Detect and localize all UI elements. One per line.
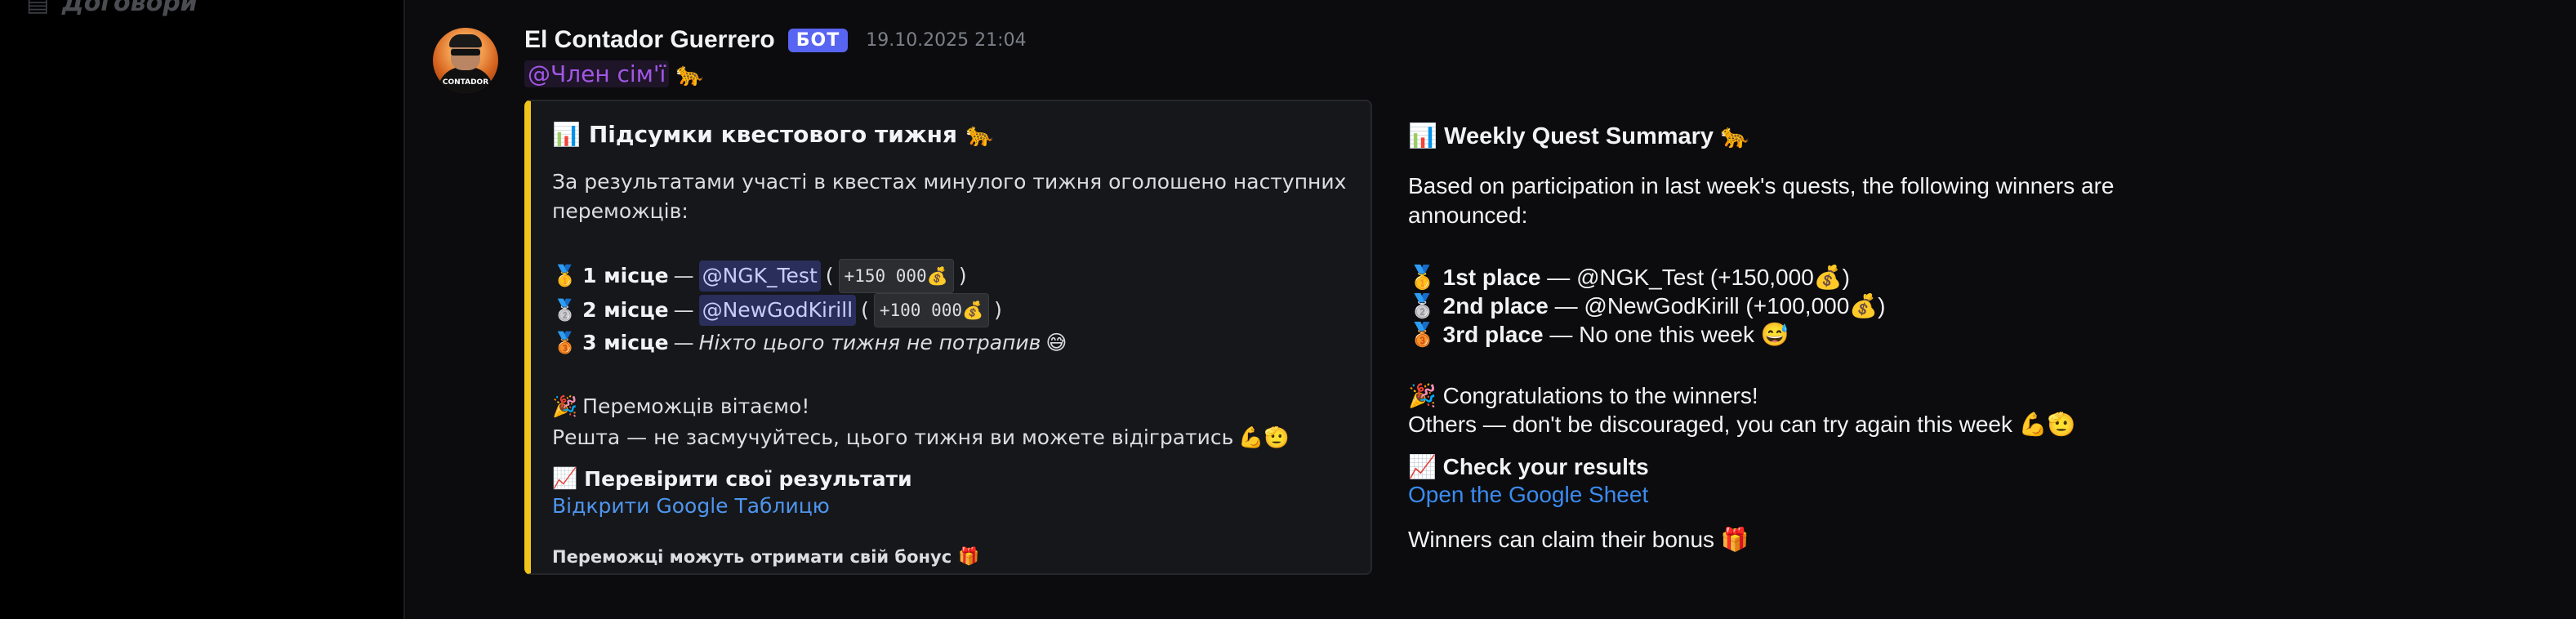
- gold-medal-icon: 🥇: [1408, 265, 1437, 290]
- translation-title-text: Weekly Quest Summary: [1444, 123, 1714, 149]
- username[interactable]: El Contador Guerrero: [524, 26, 775, 54]
- gold-medal-icon: 🥇: [552, 264, 578, 287]
- party-popper-icon: 🎉: [552, 394, 578, 418]
- bronze-medal-icon: 🥉: [552, 331, 578, 354]
- place-label: 1st place: [1442, 265, 1541, 290]
- prize-code: +100 000💰: [873, 293, 990, 327]
- place-label: 1 місце: [582, 264, 669, 287]
- leopard-emoji: 🐆: [965, 121, 994, 148]
- paren: (: [861, 298, 869, 322]
- chart-emoji: 📊: [552, 121, 581, 148]
- others-text: Решта — не засмучуйтесь, цього тижня ви …: [552, 425, 1234, 449]
- leopard-emoji: 🐆: [675, 60, 705, 87]
- others-line: Решта — не засмучуйтесь, цього тижня ви …: [552, 422, 1353, 453]
- user-mention[interactable]: @NGK_Test: [698, 261, 821, 292]
- place-row-1: 🥇 1 місце — @NGK_Test ( +150 000💰 ): [552, 259, 1353, 293]
- translation-others: Others — don't be discouraged, you can t…: [1408, 412, 2076, 437]
- separator: —: [673, 331, 694, 354]
- avatar[interactable]: CONTADOR: [433, 28, 498, 93]
- translation-footer: Winners can claim their bonus 🎁: [1408, 527, 1749, 552]
- message-header: El Contador Guerrero БОТ 19.10.2025 21:0…: [524, 26, 1027, 54]
- bronze-medal-icon: 🥉: [1408, 322, 1437, 347]
- chart-up-icon: 📈: [1408, 454, 1437, 479]
- field-title-text: Check your results: [1442, 454, 1649, 479]
- prize-code: +150 000💰: [838, 259, 954, 293]
- place-rest: — @NewGodKirill (+100,000💰): [1554, 293, 1886, 318]
- place-row-3: 🥉 3 місце — Ніхто цього тижня не потрапи…: [552, 327, 1353, 358]
- field-title-text: Перевірити свої результати: [584, 466, 912, 491]
- sidebar-item-label: Договори: [62, 0, 198, 17]
- avatar-text: CONTADOR: [442, 78, 489, 87]
- congrats-text: Переможців вітаємо!: [582, 394, 810, 418]
- translation-description: Based on participation in last week's qu…: [1408, 173, 2115, 228]
- paren: ): [994, 298, 1002, 322]
- leopard-emoji: 🐆: [1720, 123, 1750, 149]
- google-sheet-link[interactable]: Відкрити Google Таблицю: [552, 494, 830, 518]
- place-label: 3rd place: [1442, 322, 1544, 347]
- embed-title-text: Підсумки квестового тижня: [588, 121, 958, 148]
- translation-place-1: 🥇 1st place — @NGK_Test (+150,000💰): [1408, 263, 2143, 292]
- translation-field-title: 📈 Check your results: [1408, 453, 2143, 480]
- message-area: CONTADOR El Contador Guerrero БОТ 19.10.…: [407, 0, 2576, 619]
- mention-line: @Член сім'ї 🐆: [524, 60, 704, 87]
- silver-medal-icon: 🥈: [1408, 293, 1437, 318]
- embed-card: 📊 Підсумки квестового тижня 🐆 За результ…: [524, 100, 1372, 575]
- place-rest: — @NGK_Test (+150,000💰): [1547, 265, 1850, 290]
- user-mention[interactable]: @NewGodKirill: [698, 295, 857, 326]
- embed-footer: Переможці можуть отримати свій бонус 🎁: [552, 546, 1353, 567]
- chart-emoji: 📊: [1408, 123, 1438, 149]
- translation-place-3: 🥉 3rd place — No one this week 😅: [1408, 320, 2143, 349]
- translation-title: 📊 Weekly Quest Summary 🐆: [1408, 122, 2143, 150]
- place-label: 2nd place: [1442, 293, 1549, 318]
- place-row-2: 🥈 2 місце — @NewGodKirill ( +100 000💰 ): [552, 293, 1353, 327]
- separator: —: [673, 264, 694, 287]
- place-label: 3 місце: [582, 331, 669, 354]
- embed-title: 📊 Підсумки квестового тижня 🐆: [552, 121, 1353, 148]
- translation-panel: 📊 Weekly Quest Summary 🐆 Based on partic…: [1408, 122, 2143, 553]
- footer-text: Переможці можуть отримати свій бонус: [552, 546, 952, 567]
- place-rest: — No one this week 😅: [1549, 322, 1789, 347]
- embed-description: За результатами участі в квестах минулог…: [552, 170, 1347, 223]
- sweat-smile-emoji: 😅: [1045, 331, 1067, 354]
- field-title: 📈 Перевірити свої результати: [552, 466, 1353, 491]
- file-icon: ▤: [26, 0, 50, 17]
- chart-up-icon: 📈: [552, 466, 578, 490]
- congrats-line: 🎉 Переможців вітаємо!: [552, 391, 1353, 422]
- silver-medal-icon: 🥈: [552, 298, 578, 322]
- gift-icon: 🎁: [958, 546, 980, 566]
- sidebar-item-contracts[interactable]: ▤ Договори: [26, 0, 198, 17]
- separator: —: [673, 298, 694, 322]
- translation-place-2: 🥈 2nd place — @NewGodKirill (+100,000💰): [1408, 292, 2143, 320]
- translation-sheet-link[interactable]: Open the Google Sheet: [1408, 480, 2143, 510]
- channel-sidebar: ▤ Договори: [0, 0, 405, 619]
- flex-salute-emoji: 💪🫡: [1238, 425, 1290, 449]
- paren: (: [825, 264, 834, 287]
- timestamp: 19.10.2025 21:04: [866, 29, 1027, 51]
- bot-badge: БОТ: [787, 28, 849, 52]
- place-label: 2 місце: [582, 298, 669, 322]
- translation-congrats: 🎉 Congratulations to the winners!: [1408, 383, 1758, 408]
- place-note: Ніхто цього тижня не потрапив: [698, 331, 1041, 354]
- role-mention[interactable]: @Член сім'ї: [524, 60, 670, 87]
- paren: ): [958, 264, 967, 287]
